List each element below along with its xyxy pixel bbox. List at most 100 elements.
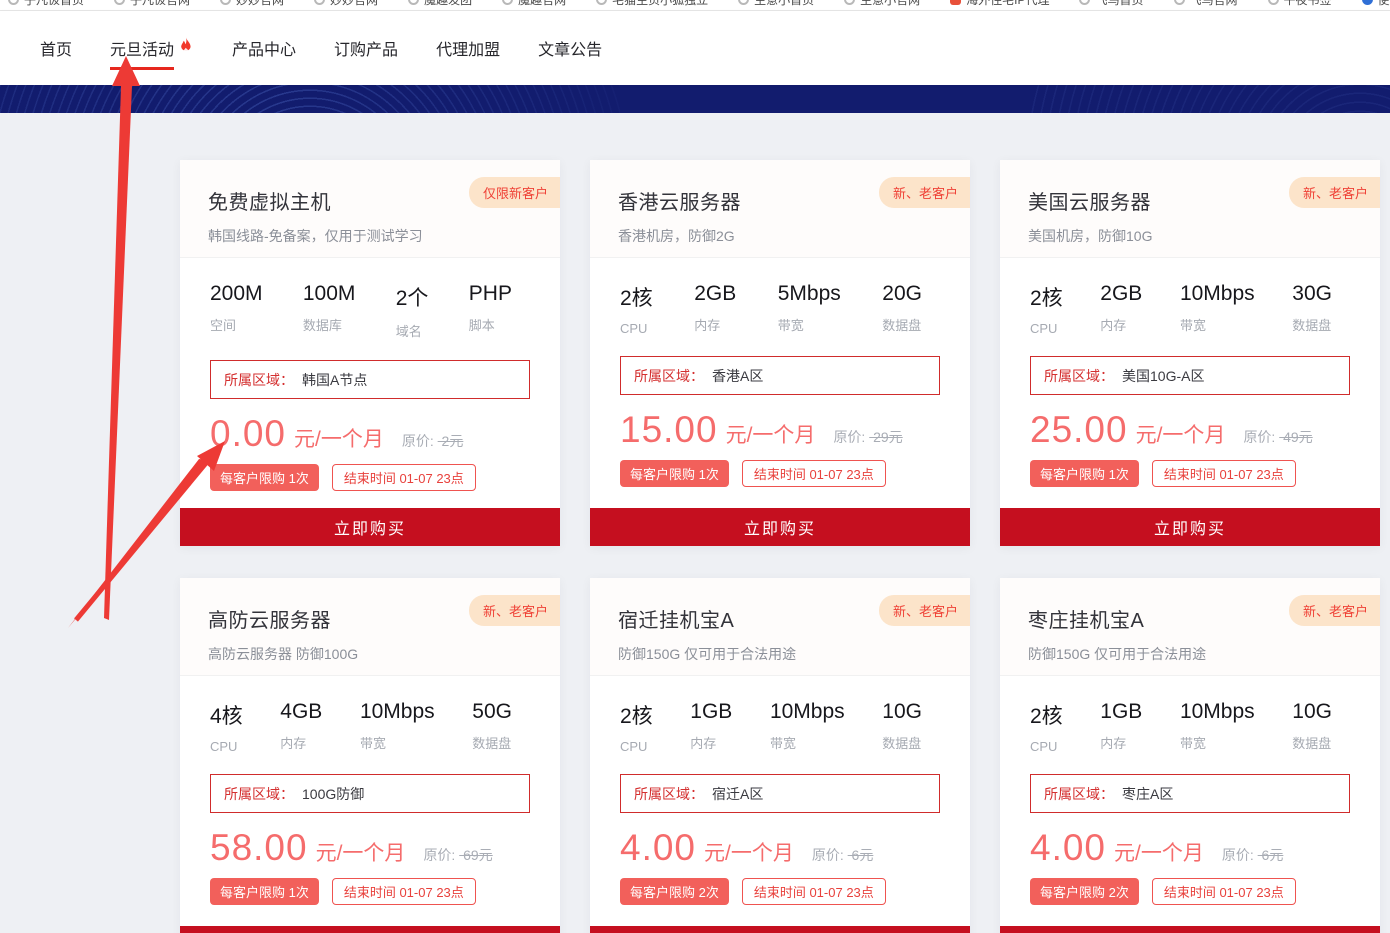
spec-label: 内存 bbox=[1100, 733, 1142, 752]
tag-row: 每客户限购 1次结束时间 01-07 23点 bbox=[590, 451, 970, 487]
original-price-label: 原价: bbox=[833, 429, 869, 445]
nav-item-6[interactable]: 文章公告 bbox=[538, 36, 602, 60]
buy-now-button[interactable]: 立即购买 bbox=[180, 926, 560, 933]
bookmark-item[interactable]: 子凡伋官网 bbox=[114, 0, 190, 8]
price-row: 58.00元/一个月原价: 69元 bbox=[180, 813, 560, 869]
bookmark-item[interactable]: 魔趣发团 bbox=[408, 0, 472, 8]
region-value: 韩国A节点 bbox=[302, 370, 367, 390]
spec-item: 2GB内存 bbox=[694, 282, 736, 336]
spec-item: 2个域名 bbox=[396, 282, 429, 340]
spec-label: 数据盘 bbox=[1292, 315, 1332, 334]
region-label: 所属区域： bbox=[1044, 784, 1114, 804]
shield-blue-icon bbox=[1362, 0, 1373, 5]
region-box: 所属区域： 100G防御 bbox=[210, 774, 530, 813]
spec-label: 数据盘 bbox=[882, 733, 922, 752]
nav-item-1[interactable]: 首页 bbox=[40, 36, 72, 60]
spec-item: 4GB 内存 bbox=[280, 700, 322, 754]
globe-icon bbox=[1174, 0, 1185, 5]
spec-value: PHP bbox=[469, 282, 512, 306]
buy-now-button[interactable]: 立即购买 bbox=[590, 508, 970, 546]
spec-item: 10G数据盘 bbox=[882, 700, 922, 754]
original-price-label: 原价: bbox=[1243, 429, 1279, 445]
purchase-limit-tag: 每客户限购 1次 bbox=[210, 878, 319, 905]
spec-label: 脚本 bbox=[469, 315, 512, 334]
price-row: 0.00元/一个月原价: 2元 bbox=[180, 399, 560, 455]
bookmark-label: 使用升级·福利直达 bbox=[1378, 0, 1390, 8]
bookmark-item[interactable]: 飞鸟官网 bbox=[1174, 0, 1238, 8]
spec-label: CPU bbox=[1030, 739, 1063, 754]
nav-item-3[interactable]: 产品中心 bbox=[232, 36, 296, 60]
bookmark-item[interactable]: 宅猫主页小狐独立 bbox=[596, 0, 708, 8]
bookmark-label: 子凡伋官网 bbox=[130, 0, 190, 8]
product-card: 美国云服务器新、老客户美国机房，防御10G2核CPU2GB内存10Mbps带宽3… bbox=[1000, 160, 1380, 546]
buy-now-button[interactable]: 立即购买 bbox=[1000, 508, 1380, 546]
bookmark-item[interactable]: 午夜书签 bbox=[1268, 0, 1332, 8]
spec-value: 100M bbox=[303, 282, 356, 306]
spec-item: 10G 数据盘 bbox=[1292, 700, 1332, 754]
nav-item-2[interactable]: 元旦活动 bbox=[110, 36, 194, 60]
region-box: 所属区域：美国10G-A区 bbox=[1030, 356, 1350, 395]
region-value: 100G防御 bbox=[302, 784, 364, 804]
spec-label: 数据盘 bbox=[882, 315, 922, 334]
bookmark-item[interactable]: 海外住宅IP代理 bbox=[950, 0, 1049, 8]
spec-item: 30G数据盘 bbox=[1292, 282, 1332, 336]
end-time-tag: 结束时间 01-07 23点 bbox=[1152, 878, 1296, 905]
price-value: 4.00 bbox=[620, 827, 696, 869]
bookmark-item[interactable]: 飞鸟首页 bbox=[1079, 0, 1143, 8]
bookmark-label: 宅猫主页小狐独立 bbox=[612, 0, 708, 8]
spec-label: 内存 bbox=[280, 733, 322, 752]
spec-value: 4GB bbox=[280, 700, 322, 724]
price-unit: 元/一个月 bbox=[1114, 837, 1204, 867]
spec-row: 2核CPU2GB内存10Mbps带宽30G数据盘 bbox=[1000, 258, 1380, 336]
purchase-limit-tag: 每客户限购 1次 bbox=[1030, 460, 1139, 487]
spec-item: 2核CPU bbox=[620, 282, 653, 336]
nav-item-label: 产品中心 bbox=[232, 36, 296, 60]
spec-value: 4核 bbox=[210, 700, 243, 730]
spec-label: 数据盘 bbox=[1292, 733, 1332, 752]
bookmark-item[interactable]: 子凡伋首页 bbox=[8, 0, 84, 8]
spec-value: 20G bbox=[882, 282, 922, 306]
bookmark-item[interactable]: 生意小首页 bbox=[738, 0, 814, 8]
customer-badge: 新、老客户 bbox=[879, 595, 970, 626]
customer-badge: 新、老客户 bbox=[879, 177, 970, 208]
bookmark-item[interactable]: 生意小官网 bbox=[844, 0, 920, 8]
bookmark-label: 妙妙官网 bbox=[330, 0, 378, 8]
region-box: 所属区域：韩国A节点 bbox=[210, 360, 530, 399]
original-price: 原价: 2元 bbox=[402, 431, 463, 451]
bookmark-item[interactable]: 使用升级·福利直达 bbox=[1362, 0, 1390, 8]
bookmark-item[interactable]: 妙妙官网 bbox=[314, 0, 378, 8]
nav-item-4[interactable]: 订购产品 bbox=[334, 36, 398, 60]
price-unit: 元/一个月 bbox=[1136, 419, 1226, 449]
nav-item-5[interactable]: 代理加盟 bbox=[436, 36, 500, 60]
buy-now-button[interactable]: 立即购买 bbox=[180, 508, 560, 546]
original-price: 原价: 6元 bbox=[812, 845, 873, 865]
spec-value: 10Mbps bbox=[1180, 282, 1255, 306]
tag-row: 每客户限购 2次结束时间 01-07 23点 bbox=[590, 869, 970, 905]
spec-value: 2核 bbox=[620, 282, 653, 312]
spec-label: 带宽 bbox=[360, 733, 435, 752]
region-box: 所属区域：宿迁A区 bbox=[620, 774, 940, 813]
spec-label: CPU bbox=[1030, 321, 1063, 336]
spec-value: 10G bbox=[1292, 700, 1332, 724]
price-row: 4.00元/一个月原价: 6元 bbox=[1000, 813, 1380, 869]
spec-row: 2核CPU2GB内存5Mbps带宽20G数据盘 bbox=[590, 258, 970, 336]
customer-badge: 新、老客户 bbox=[1289, 595, 1380, 626]
buy-now-button[interactable]: 立即购买 bbox=[590, 926, 970, 933]
globe-icon bbox=[596, 0, 607, 5]
price-unit: 元/一个月 bbox=[726, 419, 816, 449]
original-price-value: 6元 bbox=[1258, 847, 1284, 863]
original-price-value: 6元 bbox=[848, 847, 874, 863]
bookmark-item[interactable]: 魔趣官网 bbox=[502, 0, 566, 8]
spec-item: 50G数据盘 bbox=[472, 700, 512, 754]
product-subtitle: 美国机房，防御10G bbox=[1028, 226, 1352, 246]
spec-value: 10Mbps bbox=[1180, 700, 1255, 724]
product-card-header: 美国云服务器新、老客户美国机房，防御10G bbox=[1000, 160, 1380, 258]
globe-icon bbox=[738, 0, 749, 5]
spec-label: CPU bbox=[620, 739, 653, 754]
region-label: 所属区域： bbox=[224, 784, 294, 804]
spec-item: 2核CPU bbox=[1030, 282, 1063, 336]
original-price-label: 原价: bbox=[1222, 847, 1258, 863]
bookmark-item[interactable]: 妙妙官网 bbox=[220, 0, 284, 8]
hero-banner bbox=[0, 85, 1390, 113]
buy-now-button[interactable]: 立即购买 bbox=[1000, 926, 1380, 933]
